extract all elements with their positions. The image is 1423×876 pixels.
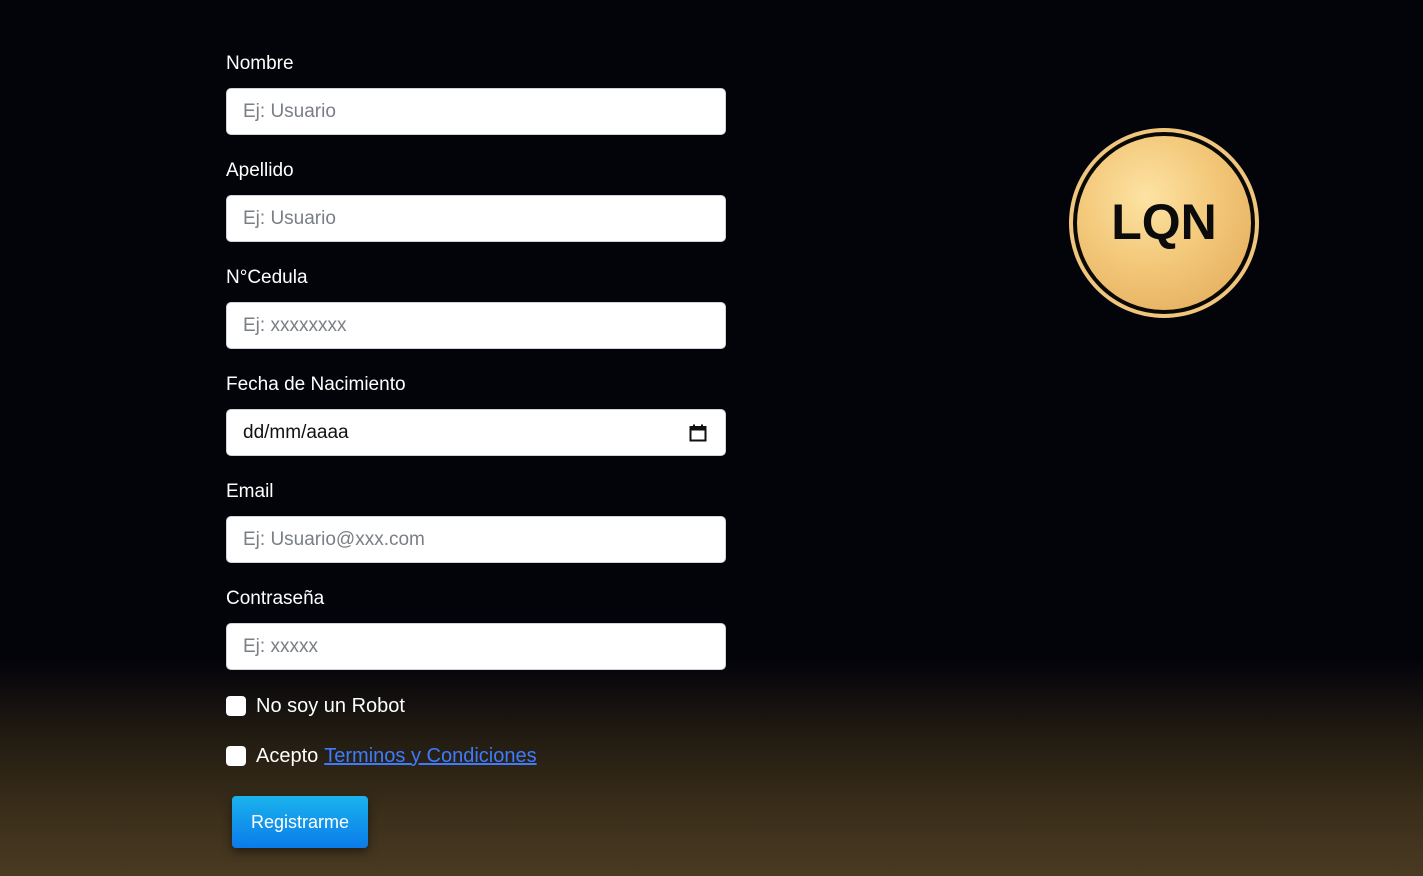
password-field: Contraseña	[226, 585, 726, 670]
nombre-label: Nombre	[226, 53, 294, 74]
robot-check-label: No soy un Robot	[256, 694, 405, 717]
nombre-input[interactable]	[226, 88, 726, 135]
email-label: Email	[226, 481, 274, 502]
terms-check-row: Acepto Terminos y Condiciones	[226, 742, 726, 770]
email-input[interactable]	[226, 516, 726, 563]
password-label: Contraseña	[226, 588, 325, 609]
fecha-label: Fecha de Nacimiento	[226, 374, 406, 395]
fecha-input[interactable]: dd/mm/aaaa	[226, 409, 726, 456]
password-input[interactable]	[226, 623, 726, 670]
calendar-icon[interactable]	[689, 424, 707, 442]
terms-check-label: Acepto	[256, 744, 319, 767]
apellido-label: Apellido	[226, 160, 294, 181]
fecha-value: dd/mm/aaaa	[243, 421, 349, 443]
lqn-logo: LQN	[1069, 128, 1259, 318]
register-button[interactable]: Registrarme	[232, 796, 368, 848]
terms-link[interactable]: Terminos y Condiciones	[324, 745, 536, 768]
robot-check-row: No soy un Robot	[226, 692, 726, 720]
cedula-input[interactable]	[226, 302, 726, 349]
cedula-field: N°Cedula	[226, 264, 726, 349]
registration-form: Nombre Apellido N°Cedula Fecha de Nacimi…	[226, 50, 726, 770]
nombre-field: Nombre	[226, 50, 726, 135]
email-field: Email	[226, 478, 726, 563]
terms-checkbox[interactable]	[226, 746, 246, 766]
robot-checkbox[interactable]	[226, 696, 246, 716]
apellido-field: Apellido	[226, 157, 726, 242]
cedula-label: N°Cedula	[226, 267, 308, 288]
apellido-input[interactable]	[226, 195, 726, 242]
logo-text: LQN	[1111, 194, 1217, 250]
fecha-field: Fecha de Nacimiento dd/mm/aaaa	[226, 371, 726, 456]
